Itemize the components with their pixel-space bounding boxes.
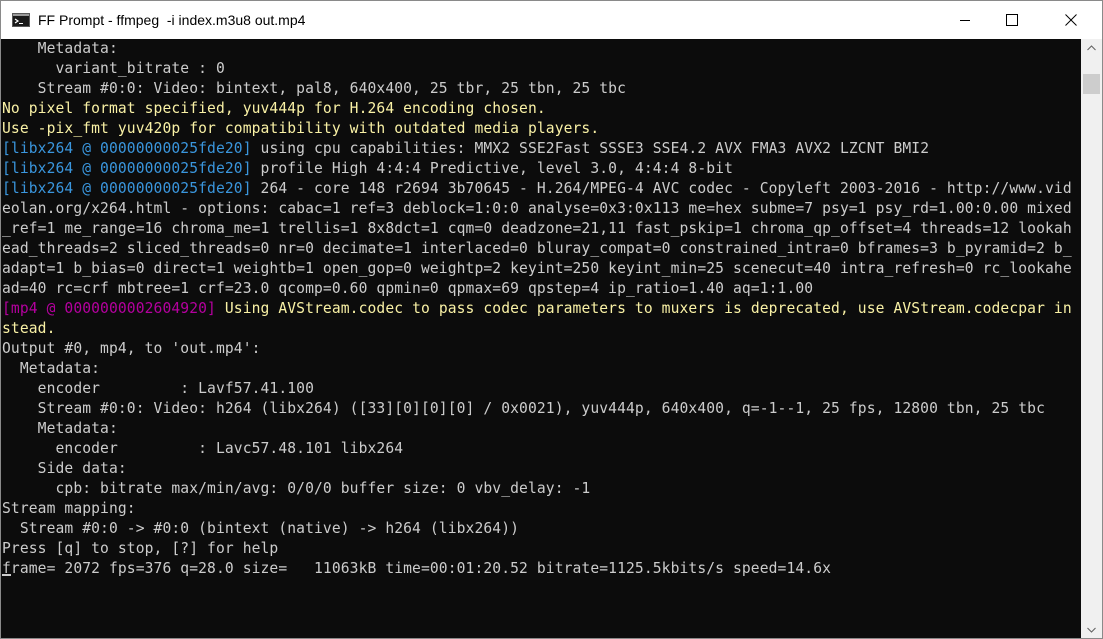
console-text-segment: Metadata: bbox=[2, 40, 118, 57]
console-text-segment: 264 - core 148 r2694 3b70645 - H.264/MPE… bbox=[251, 180, 1072, 197]
console-text-segment: [libx264 @ 00000000025fde20] bbox=[2, 160, 252, 177]
console-line: Stream #0:0: Video: h264 (libx264) ([33]… bbox=[2, 399, 1045, 419]
console-text-segment: [libx264 @ 00000000025fde20] bbox=[2, 180, 252, 197]
console-line: frame= 2072 fps=376 q=28.0 size= 11063kB… bbox=[2, 559, 831, 579]
maximize-button[interactable] bbox=[989, 1, 1035, 39]
console-text-segment: ead_threads=2 sliced_threads=0 nr=0 deci… bbox=[2, 240, 1072, 257]
console-text-segment: stead. bbox=[2, 320, 56, 337]
console-line: encoder : Lavc57.48.101 libx264 bbox=[2, 439, 403, 459]
console-line: ead_threads=2 sliced_threads=0 nr=0 deci… bbox=[2, 239, 1072, 259]
console-text-segment: Metadata: bbox=[2, 360, 101, 377]
console-line: [libx264 @ 00000000025fde20] using cpu c… bbox=[2, 139, 929, 159]
console-line: encoder : Lavf57.41.100 bbox=[2, 379, 314, 399]
console-line: [libx264 @ 00000000025fde20] 264 - core … bbox=[2, 179, 1072, 199]
scroll-up-button[interactable] bbox=[1081, 39, 1102, 56]
console-text-segment: Stream #0:0 -> #0:0 (bintext (native) ->… bbox=[2, 520, 520, 537]
console-text-segment: using cpu capabilities: MMX2 SSE2Fast SS… bbox=[251, 140, 930, 157]
maximize-icon bbox=[1006, 14, 1018, 26]
console-text-segment: Press [q] to stop, [?] for help bbox=[2, 540, 279, 557]
scrollbar-thumb[interactable] bbox=[1083, 74, 1100, 94]
console-text-segment: Output #0, mp4, to 'out.mp4': bbox=[2, 340, 261, 357]
console-line: Use -pix_fmt yuv420p for compatibility w… bbox=[2, 119, 599, 139]
vertical-scrollbar[interactable] bbox=[1081, 39, 1102, 638]
console-text-segment: Metadata: bbox=[2, 420, 118, 437]
console-text-segment: ad=40 rc=crf mbtree=1 crf=23.0 qcomp=0.6… bbox=[2, 280, 814, 297]
console-text-segment: Use -pix_fmt yuv420p for compatibility w… bbox=[2, 120, 600, 137]
scroll-down-button[interactable] bbox=[1081, 621, 1102, 638]
console-text-segment: Side data: bbox=[2, 460, 127, 477]
console-line: stead. bbox=[2, 319, 56, 339]
console-line: Press [q] to stop, [?] for help bbox=[2, 539, 278, 559]
close-button[interactable] bbox=[1048, 1, 1094, 39]
console-text-segment: profile High 4:4:4 Predictive, level 3.0… bbox=[251, 160, 733, 177]
console-text-segment: cpb: bitrate max/min/avg: 0/0/0 buffer s… bbox=[2, 480, 591, 497]
console-text-segment: encoder : Lavf57.41.100 bbox=[2, 380, 315, 397]
console-text-segment: No pixel format specified, yuv444p for H… bbox=[2, 100, 546, 117]
minimize-icon bbox=[960, 20, 970, 21]
console-text-segment: [libx264 @ 00000000025fde20] bbox=[2, 140, 252, 157]
console-line: Output #0, mp4, to 'out.mp4': bbox=[2, 339, 261, 359]
console-line: ad=40 rc=crf mbtree=1 crf=23.0 qcomp=0.6… bbox=[2, 279, 813, 299]
scroll-down-arrow-icon bbox=[1087, 627, 1096, 633]
console-line: Metadata: bbox=[2, 359, 100, 379]
console-text-segment: [mp4 @ 0000000002604920] bbox=[2, 300, 216, 317]
close-icon bbox=[1065, 14, 1077, 26]
console-text-segment: variant_bitrate : 0 bbox=[2, 60, 225, 77]
title-bar[interactable]: FF Prompt - ffmpeg -i index.m3u8 out.mp4 bbox=[1, 1, 1102, 39]
console-text-segment: adapt=1 b_bias=0 direct=1 weightb=1 open… bbox=[2, 260, 1072, 277]
console-text-segment: _ref=1 me_range=16 chroma_me=1 trellis=1… bbox=[2, 220, 1072, 237]
scroll-up-arrow-icon bbox=[1087, 44, 1096, 50]
console-line: Metadata: bbox=[2, 39, 118, 59]
console-line: No pixel format specified, yuv444p for H… bbox=[2, 99, 546, 119]
console-text-segment: Stream mapping: bbox=[2, 500, 136, 517]
window-title: FF Prompt - ffmpeg -i index.m3u8 out.mp4 bbox=[38, 12, 306, 28]
console-line: [mp4 @ 0000000002604920] Using AVStream.… bbox=[2, 299, 1072, 319]
console-text-segment: eolan.org/x264.html - options: cabac=1 r… bbox=[2, 200, 1072, 217]
console-line: Side data: bbox=[2, 459, 127, 479]
console-line: cpb: bitrate max/min/avg: 0/0/0 buffer s… bbox=[2, 479, 590, 499]
console-line: _ref=1 me_range=16 chroma_me=1 trellis=1… bbox=[2, 219, 1072, 239]
console-line: Stream #0:0: Video: bintext, pal8, 640x4… bbox=[2, 79, 626, 99]
console-output[interactable]: Metadata: variant_bitrate : 0 Stream #0:… bbox=[1, 39, 1081, 638]
console-window: FF Prompt - ffmpeg -i index.m3u8 out.mp4… bbox=[0, 0, 1103, 639]
console-text-segment: Stream #0:0: Video: h264 (libx264) ([33]… bbox=[2, 400, 1045, 417]
console-text-segment: frame= 2072 fps=376 q=28.0 size= 11063kB… bbox=[2, 560, 832, 577]
console-line: Metadata: bbox=[2, 419, 118, 439]
console-line: [libx264 @ 00000000025fde20] profile Hig… bbox=[2, 159, 733, 179]
console-icon bbox=[12, 13, 30, 27]
console-text-segment: Stream #0:0: Video: bintext, pal8, 640x4… bbox=[2, 80, 627, 97]
console-text-segment: encoder : Lavc57.48.101 libx264 bbox=[2, 440, 404, 457]
console-text-segment: Using AVStream.codec to pass codec param… bbox=[215, 300, 1072, 317]
console-line: variant_bitrate : 0 bbox=[2, 59, 225, 79]
text-cursor bbox=[2, 574, 11, 576]
console-line: eolan.org/x264.html - options: cabac=1 r… bbox=[2, 199, 1072, 219]
console-line: Stream mapping: bbox=[2, 499, 136, 519]
console-line: Stream #0:0 -> #0:0 (bintext (native) ->… bbox=[2, 519, 519, 539]
console-line: adapt=1 b_bias=0 direct=1 weightb=1 open… bbox=[2, 259, 1072, 279]
minimize-button[interactable] bbox=[942, 1, 988, 39]
